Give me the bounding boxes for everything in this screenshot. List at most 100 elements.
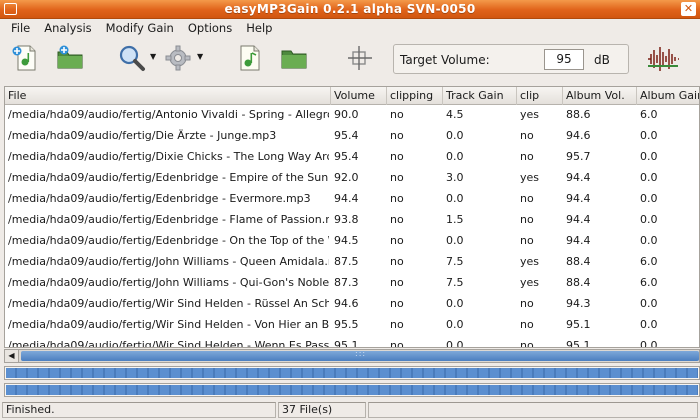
cell-clipping: no [390, 255, 404, 268]
table-row[interactable]: /media/hda09/audio/fertig/Antonio Vivald… [5, 105, 699, 126]
table-row[interactable]: /media/hda09/audio/fertig/Die Ärzte - Ju… [5, 126, 699, 147]
scrollbar-grip-icon: ::: [355, 349, 367, 358]
cell-clip: yes [520, 108, 540, 121]
table-row[interactable]: /media/hda09/audio/fertig/Edenbridge - O… [5, 231, 699, 252]
cell-album-gain: 6.0 [640, 276, 658, 289]
menu-options[interactable]: Options [181, 19, 239, 38]
column-header-clip[interactable]: clip [517, 87, 563, 105]
menu-file[interactable]: File [4, 19, 37, 38]
track-progress-bar [4, 366, 700, 380]
cell-volume: 95.4 [334, 129, 359, 142]
cell-album-volume: 94.6 [566, 129, 591, 142]
waveform-button[interactable] [646, 44, 680, 72]
cell-clip: no [520, 318, 534, 331]
close-button[interactable]: ✕ [681, 2, 696, 16]
cell-album-volume: 94.3 [566, 297, 591, 310]
cell-volume: 92.0 [334, 171, 359, 184]
table-body: /media/hda09/audio/fertig/Antonio Vivald… [5, 105, 699, 348]
menu-modify-gain[interactable]: Modify Gain [99, 19, 181, 38]
table-row[interactable]: /media/hda09/audio/fertig/Wir Sind Helde… [5, 336, 699, 348]
menu-analysis[interactable]: Analysis [37, 19, 98, 38]
cell-file: /media/hda09/audio/fertig/John Williams … [8, 255, 329, 268]
folder-icon [281, 50, 307, 69]
horizontal-scrollbar[interactable]: ◀ ::: [4, 349, 700, 363]
cell-clipping: no [390, 339, 404, 348]
add-file-icon [12, 45, 36, 71]
target-volume-unit: dB [594, 53, 610, 67]
cell-album-gain: 6.0 [640, 108, 658, 121]
status-extra [368, 402, 698, 418]
table-row[interactable]: /media/hda09/audio/fertig/John Williams … [5, 273, 699, 294]
apply-file-button[interactable] [236, 44, 264, 72]
add-file-button[interactable] [12, 44, 40, 72]
cell-file: /media/hda09/audio/fertig/Wir Sind Helde… [8, 297, 329, 310]
target-tool-button[interactable] [346, 44, 374, 72]
cell-clip: no [520, 234, 534, 247]
column-header-clipping[interactable]: clipping [387, 87, 443, 105]
column-header-volume[interactable]: Volume [331, 87, 387, 105]
target-volume-input[interactable]: 95 [544, 49, 584, 70]
cell-file: /media/hda09/audio/fertig/Edenbridge - F… [8, 213, 329, 226]
table-row[interactable]: /media/hda09/audio/fertig/Edenbridge - E… [5, 189, 699, 210]
gain-settings-button[interactable] [164, 44, 192, 72]
cell-album-gain: 0.0 [640, 192, 658, 205]
file-table: File Volume clipping Track Gain clip Alb… [4, 86, 700, 348]
menu-help[interactable]: Help [239, 19, 279, 38]
table-row[interactable]: /media/hda09/audio/fertig/Wir Sind Helde… [5, 315, 699, 336]
table-row[interactable]: /media/hda09/audio/fertig/Edenbridge - F… [5, 210, 699, 231]
settings-dropdown-arrow-icon[interactable]: ▼ [197, 52, 203, 61]
cell-volume: 87.3 [334, 276, 359, 289]
cell-clip: no [520, 129, 534, 142]
column-header-album-volume[interactable]: Album Vol. [563, 87, 637, 105]
scroll-left-icon[interactable]: ◀ [5, 350, 19, 362]
cell-clipping: no [390, 276, 404, 289]
cell-clipping: no [390, 150, 404, 163]
cell-track-gain: 7.5 [446, 255, 464, 268]
cell-album-gain: 0.0 [640, 297, 658, 310]
cell-file: /media/hda09/audio/fertig/Edenbridge - E… [8, 171, 329, 184]
cell-album-gain: 0.0 [640, 318, 658, 331]
cell-track-gain: 0.0 [446, 339, 464, 348]
table-row[interactable]: /media/hda09/audio/fertig/Dixie Chicks -… [5, 147, 699, 168]
cell-volume: 94.6 [334, 297, 359, 310]
cell-album-gain: 6.0 [640, 255, 658, 268]
cell-album-volume: 94.4 [566, 213, 591, 226]
column-header-album-gain[interactable]: Album Gain [637, 87, 699, 105]
table-row[interactable]: /media/hda09/audio/fertig/John Williams … [5, 252, 699, 273]
track-progress-fill [6, 368, 698, 378]
cell-track-gain: 0.0 [446, 297, 464, 310]
cell-album-volume: 88.4 [566, 255, 591, 268]
analyze-button[interactable] [118, 44, 146, 72]
cell-track-gain: 0.0 [446, 234, 464, 247]
cell-album-volume: 88.6 [566, 108, 591, 121]
column-header-file[interactable]: File [5, 87, 331, 105]
save-file-icon [240, 45, 260, 71]
cell-album-gain: 0.0 [640, 129, 658, 142]
cell-volume: 95.4 [334, 150, 359, 163]
cell-clip: yes [520, 276, 540, 289]
cell-clipping: no [390, 213, 404, 226]
column-header-track-gain[interactable]: Track Gain [443, 87, 517, 105]
cell-clip: no [520, 213, 534, 226]
cell-clipping: no [390, 171, 404, 184]
apply-folder-button[interactable] [280, 44, 308, 72]
cell-file: /media/hda09/audio/fertig/Edenbridge - E… [8, 192, 311, 205]
cell-clipping: no [390, 297, 404, 310]
title-bar[interactable]: easyMP3Gain 0.2.1 alpha SVN-0050 ✕ [0, 0, 700, 19]
cell-file: /media/hda09/audio/fertig/Wir Sind Helde… [8, 318, 329, 331]
cell-clipping: no [390, 192, 404, 205]
status-bar: Finished. 37 File(s) [0, 400, 700, 420]
table-row[interactable]: /media/hda09/audio/fertig/Edenbridge - E… [5, 168, 699, 189]
table-row[interactable]: /media/hda09/audio/fertig/Wir Sind Helde… [5, 294, 699, 315]
cell-clipping: no [390, 129, 404, 142]
add-folder-button[interactable] [56, 44, 84, 72]
status-file-count: 37 File(s) [278, 402, 366, 418]
cell-track-gain: 0.0 [446, 129, 464, 142]
total-progress-fill [6, 385, 698, 395]
waveform-icon [648, 47, 679, 71]
analyze-dropdown-arrow-icon[interactable]: ▼ [150, 52, 156, 61]
analyze-icon [119, 45, 145, 71]
cell-volume: 94.4 [334, 192, 359, 205]
cell-track-gain: 4.5 [446, 108, 464, 121]
cell-volume: 90.0 [334, 108, 359, 121]
